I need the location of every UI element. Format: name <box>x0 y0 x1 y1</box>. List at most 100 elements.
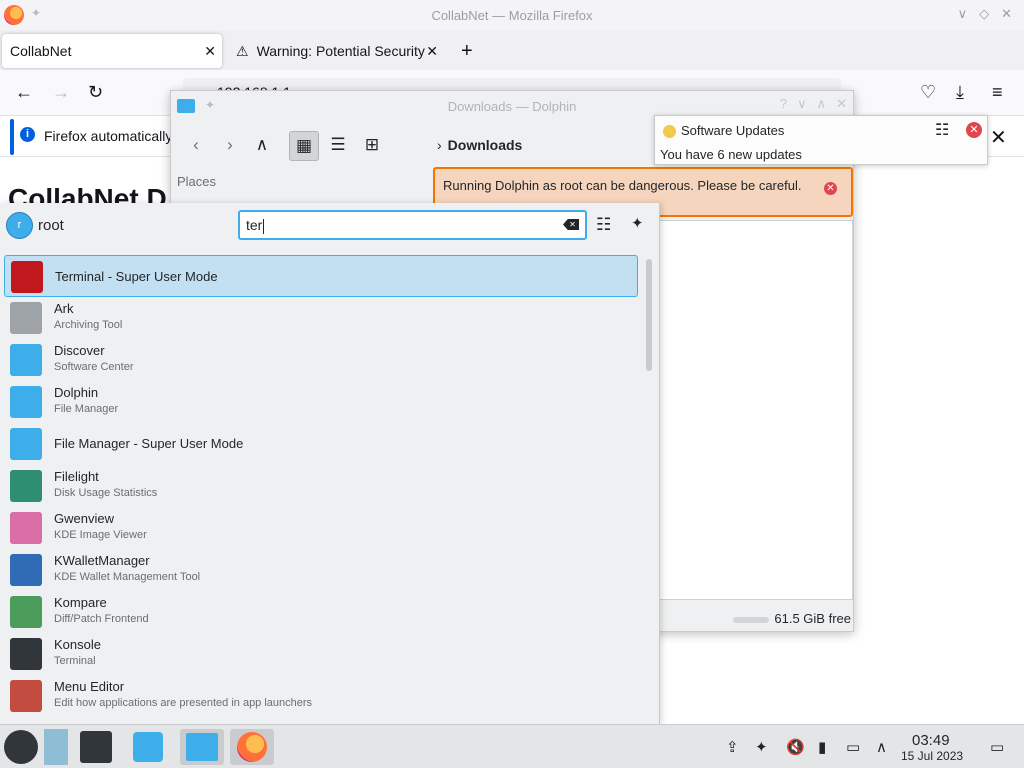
app-name: Kompare <box>54 595 107 610</box>
free-space-label: 61.5 GiB free <box>774 611 851 626</box>
list-item[interactable]: Filelight Disk Usage Statistics <box>4 465 638 507</box>
close-icon[interactable]: ✕ <box>836 96 847 112</box>
tab-label: Warning: Potential Security <box>256 43 425 59</box>
firefox-tab-strip: CollabNet ✕ ⚠ Warning: Potential Securit… <box>0 30 1024 70</box>
menu-editor-icon <box>10 680 42 712</box>
app-name: Ark <box>54 301 74 316</box>
configure-icon[interactable]: ☷ <box>596 215 611 235</box>
app-description: KDE Wallet Management Tool <box>54 571 201 583</box>
list-item[interactable]: KWalletManager KDE Wallet Management Tool <box>4 549 638 591</box>
reload-icon[interactable]: ↻ <box>88 82 103 103</box>
back-icon[interactable]: ← <box>15 82 33 103</box>
app-description: Diff/Patch Frontend <box>54 613 149 625</box>
notification-body: You have 6 new updates <box>660 147 802 162</box>
help-icon[interactable]: ? <box>780 96 787 112</box>
software-updates-notification[interactable]: Software Updates ☷ ✕ You have 6 new upda… <box>654 115 988 165</box>
compact-view-icon[interactable]: ☰ <box>323 131 353 161</box>
pager-icon[interactable] <box>44 729 68 765</box>
show-desktop-icon[interactable]: ▭ <box>990 738 1004 756</box>
close-notice-icon[interactable]: ✕ <box>990 125 1007 150</box>
clear-search-icon[interactable]: ✕ <box>563 219 579 230</box>
maximize-icon[interactable]: ◇ <box>979 6 989 22</box>
kompare-icon <box>10 596 42 628</box>
breadcrumb-item[interactable]: Downloads <box>448 137 523 153</box>
close-notification-icon[interactable]: ✕ <box>966 122 982 138</box>
dolphin-task[interactable] <box>180 729 224 765</box>
scrollbar[interactable] <box>646 259 652 371</box>
volume-muted-icon[interactable]: 🔇 <box>786 738 805 756</box>
maximize-icon[interactable]: ∧ <box>817 96 827 112</box>
chevron-right-icon: › <box>437 137 442 153</box>
app-description: Terminal <box>54 655 96 667</box>
settings-icon[interactable] <box>80 731 112 763</box>
list-item[interactable]: Konsole Terminal <box>4 633 638 675</box>
warning-icon: ⚠ <box>236 42 249 59</box>
tab-collabnet[interactable]: CollabNet ✕ <box>2 34 222 68</box>
list-item[interactable]: Terminal - Super User Mode <box>4 255 638 297</box>
list-item[interactable]: Dolphin File Manager <box>4 381 638 423</box>
network-tray-icon[interactable]: ✦ <box>755 738 768 756</box>
konsole-icon <box>10 638 42 670</box>
app-description: Edit how applications are presented in a… <box>54 697 313 709</box>
search-text: ter <box>246 217 263 233</box>
show-hidden-icons-icon[interactable]: ∧ <box>876 738 887 756</box>
list-item[interactable]: Kompare Diff/Patch Frontend <box>4 591 638 633</box>
file-manager-su-icon <box>10 428 42 460</box>
list-item[interactable]: File Manager - Super User Mode <box>4 423 638 465</box>
avatar[interactable]: r <box>6 212 33 239</box>
app-name: KWalletManager <box>54 553 150 568</box>
tab-label: CollabNet <box>10 43 72 59</box>
downloads-icon[interactable]: ⤓ <box>956 82 964 103</box>
firefox-window-title: CollabNet — Mozilla Firefox <box>431 8 593 23</box>
minimize-icon[interactable]: ∨ <box>958 6 968 22</box>
firefox-task[interactable] <box>230 729 274 765</box>
list-item[interactable]: Menu Editor Edit how applications are pre… <box>4 675 638 717</box>
application-launcher: r root ter ✕ ☷ ✦ Terminal - Super User M… <box>0 203 660 724</box>
configure-icon[interactable]: ☷ <box>935 120 949 140</box>
app-description: KDE Image Viewer <box>54 529 147 541</box>
breadcrumb[interactable]: › Downloads <box>437 137 522 153</box>
forward-icon[interactable]: › <box>215 131 245 161</box>
close-warning-icon[interactable]: ✕ <box>824 182 837 195</box>
app-launcher-icon[interactable] <box>4 730 38 764</box>
kwallet-icon <box>10 554 42 586</box>
user-name: root <box>38 217 64 234</box>
minimize-icon[interactable]: ∨ <box>797 96 807 112</box>
tab-close-icon[interactable]: ✕ <box>204 43 216 60</box>
display-icon[interactable]: ▭ <box>846 738 860 756</box>
places-panel-label: Places <box>177 174 217 189</box>
app-name: Filelight <box>54 469 99 484</box>
tab-security-warning[interactable]: ⚠ Warning: Potential Security ✕ <box>228 34 444 68</box>
new-tab-button[interactable]: + <box>461 40 473 63</box>
terminal-su-icon <box>11 261 43 293</box>
forward-icon[interactable]: → <box>52 82 70 103</box>
list-item[interactable]: Ark Archiving Tool <box>4 297 638 339</box>
clock-date[interactable]: 15 Jul 2023 <box>901 749 963 763</box>
clock-time[interactable]: 03:49 <box>912 732 950 749</box>
app-name: Gwenview <box>54 511 114 526</box>
tab-close-icon[interactable]: ✕ <box>426 43 438 60</box>
search-input[interactable]: ter ✕ <box>238 210 587 240</box>
details-view-icon[interactable]: ⊞ <box>357 131 387 161</box>
app-name: Menu Editor <box>54 679 125 694</box>
gwenview-icon <box>10 512 42 544</box>
pin-icon[interactable]: ✦ <box>631 214 644 232</box>
list-item[interactable]: Gwenview KDE Image Viewer <box>4 507 638 549</box>
updates-tray-icon[interactable]: ⇪ <box>726 738 739 756</box>
discover-icon[interactable] <box>133 732 163 762</box>
list-item[interactable]: Discover Software Center <box>4 339 638 381</box>
firefox-icon <box>237 732 267 762</box>
info-icon: i <box>20 127 35 142</box>
icons-view-icon[interactable]: ▦ <box>289 131 319 161</box>
warning-text: Running Dolphin as root can be dangerous… <box>443 178 802 193</box>
app-description: Archiving Tool <box>54 319 123 331</box>
up-icon[interactable]: ∧ <box>247 131 277 161</box>
usb-device-icon[interactable]: ▮ <box>818 738 826 756</box>
app-name: Terminal - Super User Mode <box>55 269 218 284</box>
pocket-icon[interactable]: ♡ <box>920 82 936 103</box>
filelight-icon <box>10 470 42 502</box>
menu-icon[interactable]: ≡ <box>992 82 1003 103</box>
search-results-list: Terminal - Super User Mode Ark Archiving T… <box>4 255 638 724</box>
back-icon[interactable]: ‹ <box>181 131 211 161</box>
close-icon[interactable]: ✕ <box>1001 6 1012 22</box>
